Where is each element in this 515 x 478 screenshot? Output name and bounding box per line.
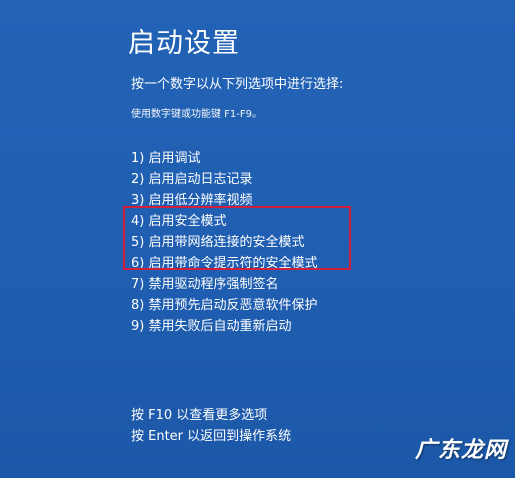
- startup-settings-screen: 启动设置 按一个数字以从下列选项中进行选择: 使用数字键或功能键 F1-F9。 …: [0, 0, 515, 478]
- option-disable-auto-restart[interactable]: 9) 禁用失败后自动重新启动: [131, 316, 317, 337]
- instruction-text: 按一个数字以从下列选项中进行选择:: [131, 77, 344, 92]
- option-enable-safe-mode[interactable]: 4) 启用安全模式: [131, 211, 317, 232]
- startup-options-list: 1) 启用调试 2) 启用启动日志记录 3) 启用低分辨率视频 4) 启用安全模…: [131, 148, 317, 337]
- option-disable-driver-signature-enforcement[interactable]: 7) 禁用驱动程序强制签名: [131, 274, 317, 295]
- option-enable-safe-mode-command-prompt[interactable]: 6) 启用带命令提示符的安全模式: [131, 253, 317, 274]
- footer-return-to-os[interactable]: 按 Enter 以返回到操作系统: [131, 426, 291, 447]
- option-enable-boot-logging[interactable]: 2) 启用启动日志记录: [131, 169, 317, 190]
- key-hint-text: 使用数字键或功能键 F1-F9。: [131, 109, 263, 120]
- option-enable-debugging[interactable]: 1) 启用调试: [131, 148, 317, 169]
- option-disable-early-launch-antimalware[interactable]: 8) 禁用预先启动反恶意软件保护: [131, 295, 317, 316]
- option-enable-low-resolution-video[interactable]: 3) 启用低分辨率视频: [131, 190, 317, 211]
- option-enable-safe-mode-networking[interactable]: 5) 启用带网络连接的安全模式: [131, 232, 317, 253]
- footer-instructions: 按 F10 以查看更多选项 按 Enter 以返回到操作系统: [131, 405, 291, 447]
- footer-more-options[interactable]: 按 F10 以查看更多选项: [131, 405, 291, 426]
- watermark-logo: 广东龙网: [414, 437, 507, 463]
- page-title: 启动设置: [128, 28, 240, 59]
